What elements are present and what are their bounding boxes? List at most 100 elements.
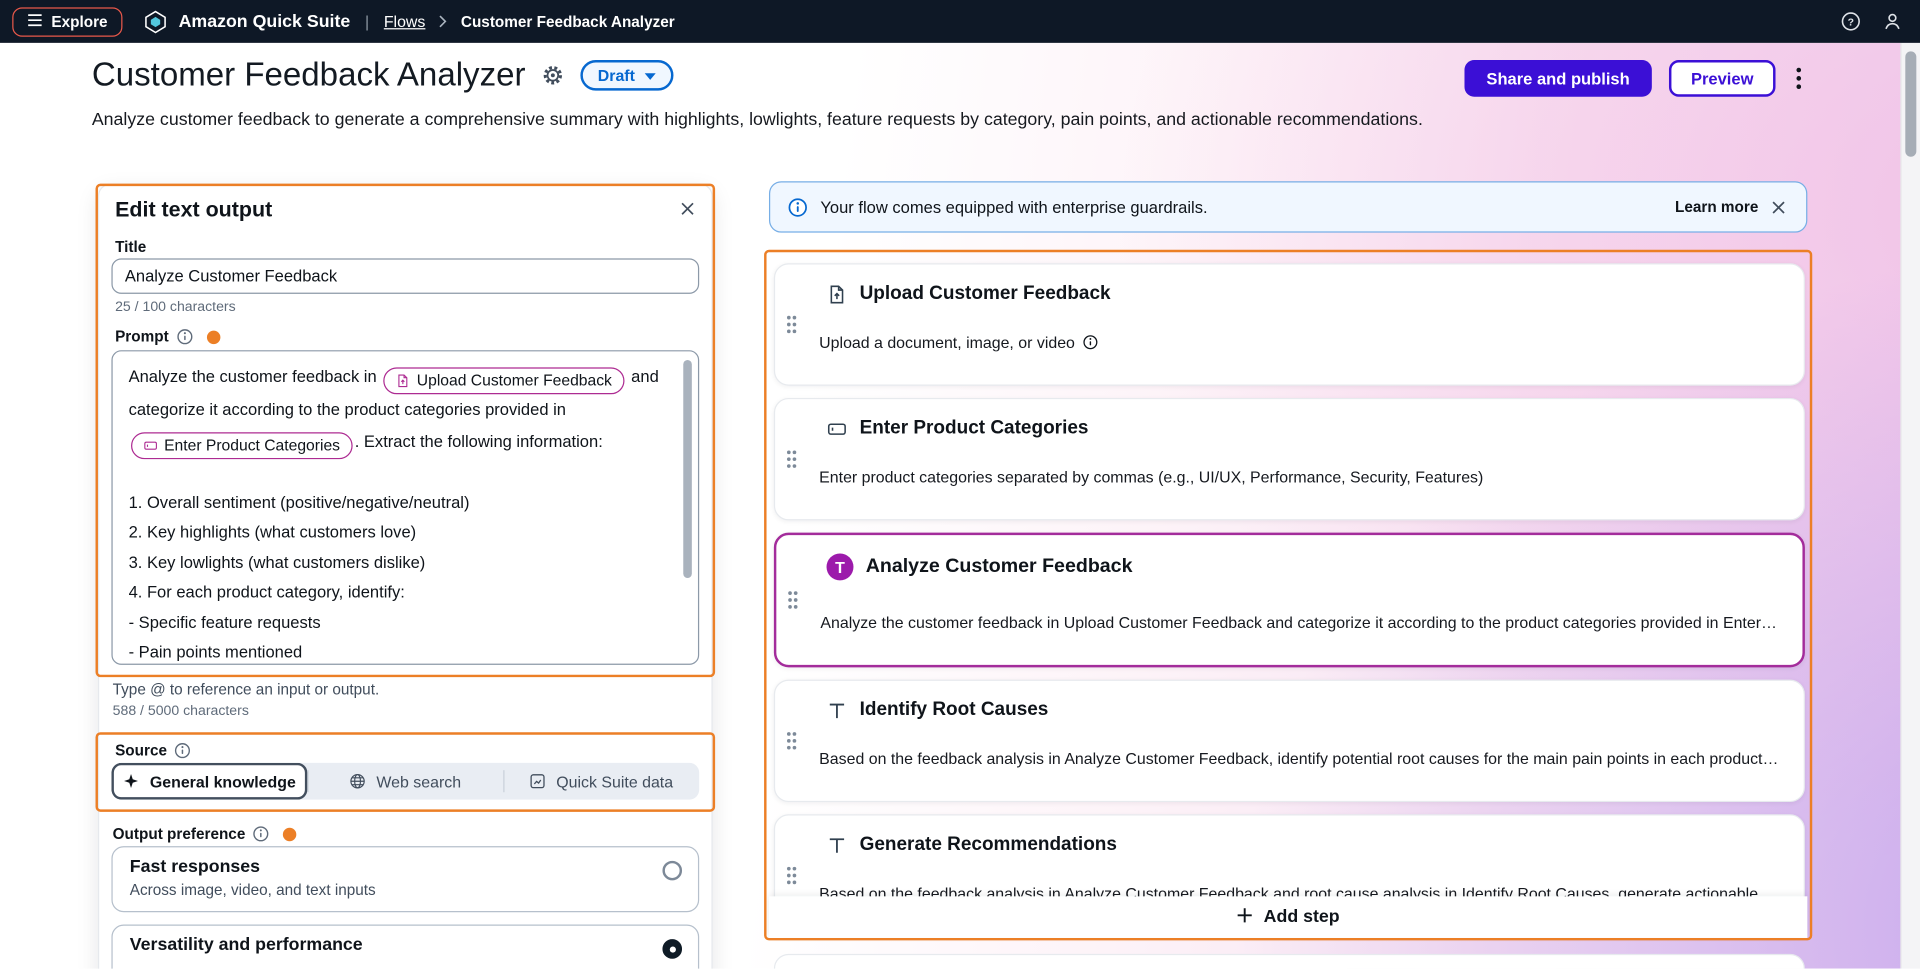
drag-handle-icon[interactable] xyxy=(785,313,798,335)
reference-token-upload-customer-feedback[interactable]: Upload Customer Feedback xyxy=(384,367,624,394)
prompt-scrollbar-thumb[interactable] xyxy=(683,360,692,578)
close-icon[interactable] xyxy=(1771,199,1787,215)
step-content: T Analyze Customer Feedback Analyze the cu… xyxy=(820,553,1778,631)
gear-icon[interactable] xyxy=(541,64,564,87)
step-description: Upload a document, image, or video xyxy=(819,333,1779,351)
drag-handle-icon[interactable] xyxy=(785,864,798,886)
flow-step-card-identify-root-causes[interactable]: Identify Root Causes Based on the feedbac… xyxy=(774,680,1805,802)
step-description-text: Enter product categories separated by co… xyxy=(819,468,1483,486)
user-icon[interactable] xyxy=(1882,11,1903,32)
share-and-publish-button[interactable]: Share and publish xyxy=(1464,60,1651,97)
flow-step-card-analyze-customer-feedback[interactable]: T Analyze Customer Feedback Analyze the cu… xyxy=(774,533,1805,668)
info-icon[interactable] xyxy=(176,328,193,345)
source-tab-general-knowledge[interactable]: General knowledge xyxy=(111,763,307,800)
drag-handle-icon[interactable] xyxy=(786,589,799,611)
page-scrollbar[interactable] xyxy=(1900,43,1920,969)
option-title: Fast responses xyxy=(130,857,644,877)
brand-name: Amazon Quick Suite xyxy=(179,12,351,32)
reference-hint: Type @ to reference an input or output. xyxy=(113,681,380,698)
page-title: Customer Feedback Analyzer xyxy=(92,56,526,94)
source-segmented-control: General knowledge Web search Quick Suite d… xyxy=(111,763,699,800)
reference-token-label: Enter Product Categories xyxy=(164,429,340,460)
add-step-button[interactable]: Add step xyxy=(1237,907,1340,928)
edit-text-output-panel: Edit text output Title 25 / 100 characte… xyxy=(98,184,713,969)
flow-step-card-upload-customer-feedback[interactable]: Upload Customer FeedbackUpload a documen… xyxy=(774,263,1805,385)
form-input-icon xyxy=(143,438,158,453)
add-step-bar: Add step xyxy=(769,896,1807,938)
option-title: Versatility and performance xyxy=(130,936,644,956)
radio-button[interactable] xyxy=(662,861,682,881)
prompt-lines: 1. Overall sentiment (positive/negative/… xyxy=(129,488,667,665)
title-input[interactable] xyxy=(111,258,699,294)
prompt-field-label: Prompt xyxy=(115,328,169,345)
svg-text:?: ? xyxy=(1848,17,1854,28)
prompt-line: 1. Overall sentiment (positive/negative/… xyxy=(129,488,667,518)
status-dot-icon xyxy=(283,827,296,840)
step-description-text: Upload a document, image, or video xyxy=(819,333,1075,351)
step-title: Identify Root Causes xyxy=(860,699,1049,721)
kebab-menu-icon[interactable] xyxy=(1793,67,1805,89)
source-tab-web-search[interactable]: Web search xyxy=(307,763,503,800)
output-option-versatility-and-performance[interactable]: Versatility and performance xyxy=(111,924,699,968)
upload-file-icon xyxy=(825,283,847,304)
banner-message: Your flow comes equipped with enterprise… xyxy=(820,198,1207,216)
step-title: Enter Product Categories xyxy=(860,418,1089,440)
form-input-icon xyxy=(825,418,847,439)
step-description: Based on the feedback analysis in Analyz… xyxy=(819,749,1779,767)
guardrails-info-banner: Your flow comes equipped with enterprise… xyxy=(769,181,1807,232)
info-icon xyxy=(787,197,808,218)
text-step-icon xyxy=(825,834,847,855)
step-description-text: Based on the feedback analysis in Analyz… xyxy=(819,749,1778,767)
step-content: Identify Root Causes Based on the feedbac… xyxy=(819,699,1779,768)
top-navigation-bar: Explore Amazon Quick Suite | Flows Custo… xyxy=(0,0,1920,43)
step-header: Generate Recommendations xyxy=(819,834,1779,856)
status-dropdown[interactable]: Draft xyxy=(581,60,673,91)
prompt-paragraph: Analyze the customer feedback in Upload … xyxy=(129,361,667,458)
add-step-label: Add step xyxy=(1264,907,1340,927)
close-icon[interactable] xyxy=(680,201,696,217)
caret-down-icon xyxy=(643,66,655,84)
explore-button[interactable]: Explore xyxy=(12,7,122,36)
prompt-editor[interactable]: Analyze the customer feedback in Upload … xyxy=(111,350,699,665)
step-header: Identify Root Causes xyxy=(819,699,1779,721)
text-step-filled-icon: T xyxy=(827,553,854,580)
radio-button[interactable] xyxy=(662,939,682,959)
panel-title: Edit text output xyxy=(115,197,272,223)
flow-step-card-enter-product-categories[interactable]: Enter Product Categories Enter product ca… xyxy=(774,398,1805,520)
step-description-text: Analyze the customer feedback in Upload … xyxy=(820,613,1777,631)
drag-handle-icon[interactable] xyxy=(785,448,798,470)
info-icon[interactable] xyxy=(253,825,270,842)
option-subtitle: Across image, video, and text inputs xyxy=(130,882,644,899)
source-label: Source xyxy=(115,742,167,759)
sparkle-icon xyxy=(123,773,140,790)
step-title: Analyze Customer Feedback xyxy=(866,556,1133,578)
preview-button[interactable]: Preview xyxy=(1669,60,1776,97)
prompt-text: . Extract the following information: xyxy=(355,432,603,450)
app-window: Explore Amazon Quick Suite | Flows Custo… xyxy=(0,0,1920,969)
output-option-fast-responses[interactable]: Fast responses Across image, video, and t… xyxy=(111,846,699,912)
source-tab-label: Web search xyxy=(376,772,461,790)
flow-description: Analyze customer feedback to generate a … xyxy=(92,110,1610,130)
source-tab-label: General knowledge xyxy=(150,772,296,790)
step-header: T Analyze Customer Feedback xyxy=(820,553,1778,580)
reference-token-enter-product-categories[interactable]: Enter Product Categories xyxy=(131,432,352,459)
step-content: Upload Customer FeedbackUpload a documen… xyxy=(819,283,1779,352)
next-step-card-partial[interactable] xyxy=(774,954,1805,969)
drag-handle-icon[interactable] xyxy=(785,730,798,752)
step-header: Enter Product Categories xyxy=(819,418,1779,440)
flow-steps-list: Upload Customer FeedbackUpload a documen… xyxy=(774,263,1805,949)
prompt-text: Analyze the customer feedback in xyxy=(129,367,382,385)
prompt-char-counter: 588 / 5000 characters xyxy=(113,704,249,719)
prompt-line: 2. Key highlights (what customers love) xyxy=(129,518,667,548)
step-content: Enter Product Categories Enter product ca… xyxy=(819,418,1779,487)
breadcrumb-flows-link[interactable]: Flows xyxy=(384,12,426,30)
info-icon[interactable] xyxy=(174,742,191,759)
globe-icon xyxy=(349,773,366,790)
scrollbar-thumb[interactable] xyxy=(1905,51,1916,156)
explore-label: Explore xyxy=(51,13,107,30)
learn-more-link[interactable]: Learn more xyxy=(1675,198,1758,215)
help-icon[interactable]: ? xyxy=(1840,11,1861,32)
prompt-line: 4. For each product category, identify: xyxy=(129,578,667,608)
breadcrumb-divider: | xyxy=(365,12,369,30)
source-tab-quick-suite-data[interactable]: Quick Suite data xyxy=(503,763,699,800)
